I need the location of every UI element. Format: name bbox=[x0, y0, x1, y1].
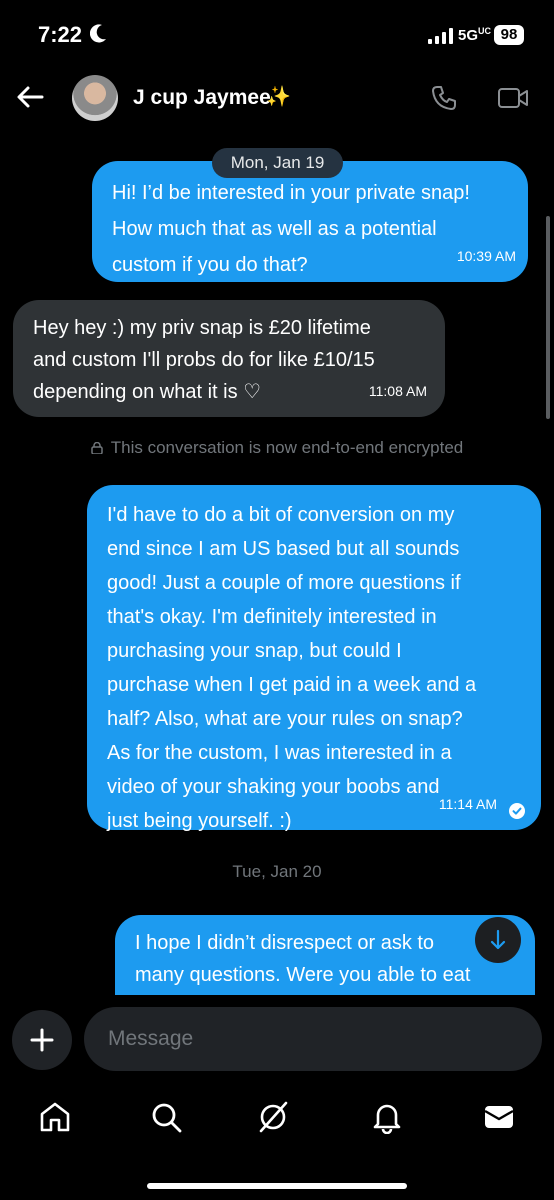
scrollbar[interactable] bbox=[546, 216, 550, 419]
message-line: I'd have to do a bit of conversion on my bbox=[107, 504, 455, 526]
message-line: good! Just a couple of more questions if bbox=[107, 572, 461, 594]
message-timestamp: 11:14 AM bbox=[438, 796, 497, 812]
message-timestamp: 11:08 AM bbox=[368, 383, 427, 399]
home-icon[interactable] bbox=[38, 1100, 72, 1134]
signal-icon bbox=[428, 28, 453, 44]
date-separator: Mon, Jan 19 bbox=[212, 148, 343, 178]
arrow-down-icon bbox=[490, 929, 506, 950]
sent-message-bubble[interactable]: I'd have to do a bit of conversion on my… bbox=[87, 485, 541, 832]
message-line: I hope I didn’t disrespect or ask to bbox=[135, 932, 435, 954]
message-line: Hi! I’d be interested in your private sn… bbox=[112, 182, 470, 204]
message-line: Hey hey :) my priv snap is £20 lifetime bbox=[33, 317, 371, 339]
back-arrow-icon[interactable] bbox=[16, 85, 44, 109]
encryption-notice: This conversation is now end-to-end encr… bbox=[0, 438, 554, 458]
message-line: How much that as well as a potential bbox=[112, 218, 437, 240]
message-line: that's okay. I'm definitely interested i… bbox=[107, 606, 437, 628]
contact-name[interactable]: J cup Jaymee bbox=[133, 86, 271, 110]
notifications-icon[interactable] bbox=[370, 1100, 404, 1134]
message-timestamp: 10:39 AM bbox=[456, 248, 516, 264]
phone-icon[interactable] bbox=[430, 84, 458, 112]
message-line: and custom I'll probs do for like £10/15 bbox=[33, 349, 375, 371]
home-indicator bbox=[147, 1183, 407, 1189]
message-line: purchase when I get paid in a week and a bbox=[107, 674, 477, 696]
received-message-bubble[interactable]: Hey hey :) my priv snap is £20 lifetime … bbox=[13, 300, 445, 417]
contact-avatar[interactable] bbox=[72, 75, 118, 121]
message-line: As for the custom, I was interested in a bbox=[107, 742, 452, 764]
status-time: 7:22 bbox=[38, 22, 83, 47]
plus-icon bbox=[30, 1028, 54, 1052]
scroll-to-bottom-button[interactable] bbox=[475, 917, 521, 963]
battery-indicator: 98 bbox=[494, 25, 524, 45]
messages-icon[interactable] bbox=[482, 1100, 516, 1134]
sent-message-bubble[interactable]: Hi! I’d be interested in your private sn… bbox=[92, 161, 528, 282]
message-line: custom if you do that? bbox=[112, 254, 308, 276]
message-line: end since I am US based but all sounds bbox=[107, 538, 460, 560]
moon-icon bbox=[90, 24, 106, 43]
date-separator: Tue, Jan 20 bbox=[232, 862, 322, 881]
network-label: 5GUC bbox=[458, 26, 492, 44]
add-attachment-button[interactable] bbox=[12, 1010, 72, 1070]
message-line: depending on what it is ♡ bbox=[33, 381, 262, 403]
sent-message-bubble[interactable]: I hope I didn’t disrespect or ask to man… bbox=[115, 915, 535, 995]
video-call-icon[interactable] bbox=[497, 86, 529, 110]
message-line: half? Also, what are your rules on snap? bbox=[107, 708, 463, 730]
lock-icon bbox=[91, 442, 103, 454]
grok-icon[interactable] bbox=[256, 1100, 290, 1134]
message-input[interactable] bbox=[84, 1007, 542, 1071]
read-receipt-check-icon bbox=[509, 803, 525, 819]
sparkle-icon: ✨ bbox=[266, 86, 291, 108]
message-line: many questions. Were you able to eat bbox=[135, 964, 471, 986]
encryption-notice-text: This conversation is now end-to-end encr… bbox=[110, 438, 464, 457]
search-icon[interactable] bbox=[149, 1100, 183, 1134]
message-line: purchasing your snap, but could I bbox=[107, 640, 402, 662]
